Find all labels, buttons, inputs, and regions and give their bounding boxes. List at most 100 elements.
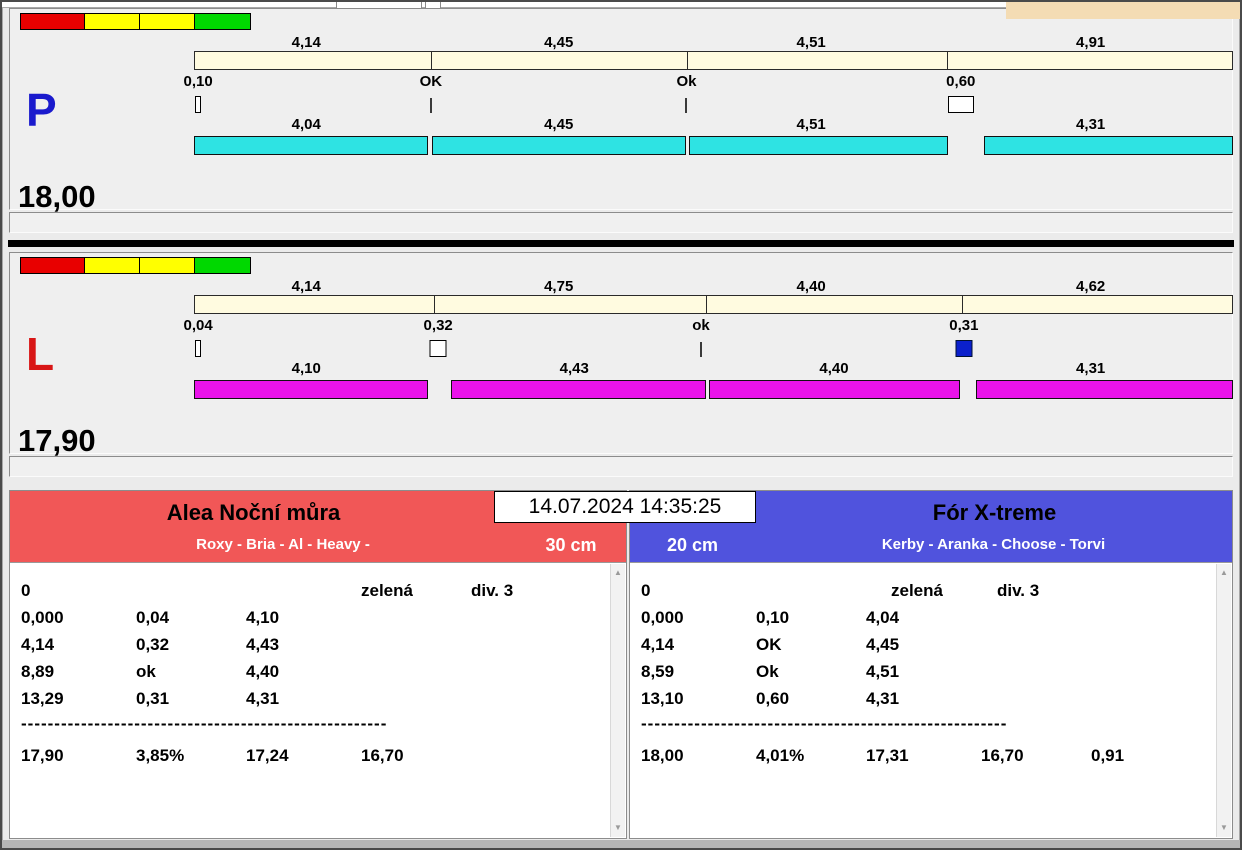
lower-split-value: 4,31 [1076,360,1106,377]
team-members: Kerby - Aranka - Choose - Torvi [881,536,1106,553]
split-time: 4,51 [866,662,900,681]
result-row: 8,89 ok 4,40 [21,658,602,685]
results-area: 0 zelená div. 3 0,000 0,10 4,04 4,14 OK … [630,562,1232,838]
exchange-value: OK [756,635,782,654]
panel-divider [8,240,1234,247]
track-segment [976,380,1233,399]
exchange-value: 0,32 [423,317,453,334]
exchange-value: 0,32 [136,635,170,654]
exchange-value: 0,60 [946,73,976,90]
upper-split-value: 4,51 [796,34,826,51]
result-row: 13,10 0,60 4,31 [641,685,1208,712]
team-color: zelená [361,581,413,600]
datetime-display: 14.07.2024 14:35:25 [494,491,756,523]
track-segment [983,136,1233,155]
upper-split-value: 4,62 [1076,278,1106,295]
result-row: 4,14 0,32 4,43 [21,631,602,658]
result-row: 0 zelená div. 3 [21,577,602,604]
exchange-value: 0,31 [136,689,170,708]
result-row: 8,59 Ok 4,51 [641,658,1208,685]
net-time: 17,31 [866,746,909,765]
cumulative-time: 4,14 [641,635,675,654]
run-count: 0 [641,581,651,600]
white-square-marker [429,340,447,357]
team-subheader: 20 cm Kerby - Aranka - Choose - Torvi [630,532,1232,558]
white-square-marker [947,96,974,113]
team-name: Alea Noční můra [166,500,341,525]
scroll-up-icon[interactable]: ▲ [611,568,625,578]
exchange-value: 0,10 [183,73,213,90]
scroll-down-icon[interactable]: ▼ [611,823,625,833]
tick-marker [700,342,703,357]
track-separator [686,52,688,69]
cumulative-time: 13,29 [21,689,64,708]
results-area: 0 zelená div. 3 0,000 0,04 4,10 4,14 0,3… [10,562,626,838]
background-window-fragment [425,0,441,9]
track-separator [433,296,435,313]
upper-track-bar [194,295,1233,314]
lower-split-value: 4,43 [559,360,589,377]
exchange-value: 0,60 [756,689,790,708]
spacer-strip [9,212,1233,233]
cumulative-time: 8,89 [21,662,55,681]
total-time: 18,00 [18,179,96,214]
scroll-up-icon[interactable]: ▲ [1217,568,1231,578]
split-time: 4,04 [866,608,900,627]
track-segment [688,136,949,155]
tick-marker [685,98,688,113]
status-strip [2,840,1240,850]
exchange-value: 0,04 [136,608,170,627]
separator-line: ----------------------------------------… [641,714,1008,733]
tick-marker [429,98,432,113]
result-row: 0,000 0,04 4,10 [21,604,602,631]
timing-panel-l: L 4,14 4,75 4,40 4,62 0,04 0,32 ok 0,31 … [9,252,1233,458]
timing-lane: 4,14 4,45 4,51 4,91 0,10 OK Ok 0,60 4,04… [184,9,1233,209]
net-time: 17,24 [246,746,289,765]
total-time: 17,90 [21,746,64,765]
team-color: zelená [891,581,943,600]
tick-marker [195,96,202,113]
lower-track-bar [194,380,1233,399]
exchange-value: 0,10 [756,608,790,627]
result-row: 0,000 0,10 4,04 [641,604,1208,631]
total-time: 17,90 [18,423,96,458]
scroll-down-icon[interactable]: ▼ [1217,823,1231,833]
summary-row: 18,00 4,01% 17,31 16,70 0,91 [641,742,1208,769]
track-separator [946,52,948,69]
height-category: 30 cm [545,535,597,555]
track-segment [450,380,707,399]
upper-split-value: 4,14 [291,34,321,51]
cumulative-time: 0,000 [641,608,684,627]
tick-marker [195,340,202,357]
traffic-yellow-light [140,13,195,30]
track-segment [431,136,687,155]
split-time: 4,10 [246,608,280,627]
team-panel-left: Alea Noční můra Roxy - Bria - Al - Heavy… [9,490,627,839]
lane-letter: P [26,84,57,136]
exchange-value: 0,31 [949,317,979,334]
app-window: P 4,14 4,45 4,51 4,91 0,10 OK Ok 0,60 4,… [0,0,1242,850]
run-count: 0 [21,581,31,600]
datetime-text: 14.07.2024 14:35:25 [528,495,722,518]
split-time: 4,31 [246,689,280,708]
exchange-value: OK [419,73,443,90]
lane-letter: L [26,328,55,380]
blue-square-marker [955,340,973,357]
cumulative-time: 8,59 [641,662,675,681]
lower-split-value: 4,45 [544,116,574,133]
team-panel-right: Fór X-treme 20 cm Kerby - Aranka - Choos… [629,490,1233,839]
scrollbar[interactable]: ▲ ▼ [1216,564,1231,837]
timing-panel-p: P 4,14 4,45 4,51 4,91 0,10 OK Ok 0,60 4,… [9,8,1233,214]
traffic-yellow-light [85,13,140,30]
reference-time: 16,70 [361,746,404,765]
upper-split-value: 4,40 [796,278,826,295]
traffic-red-light [20,13,85,30]
scrollbar[interactable]: ▲ ▼ [610,564,625,837]
split-time: 4,43 [246,635,280,654]
percent-value: 3,85% [136,746,185,765]
traffic-yellow-light [140,257,195,274]
cumulative-time: 4,14 [21,635,55,654]
cumulative-time: 13,10 [641,689,684,708]
lower-split-value: 4,10 [291,360,321,377]
track-separator [431,52,433,69]
